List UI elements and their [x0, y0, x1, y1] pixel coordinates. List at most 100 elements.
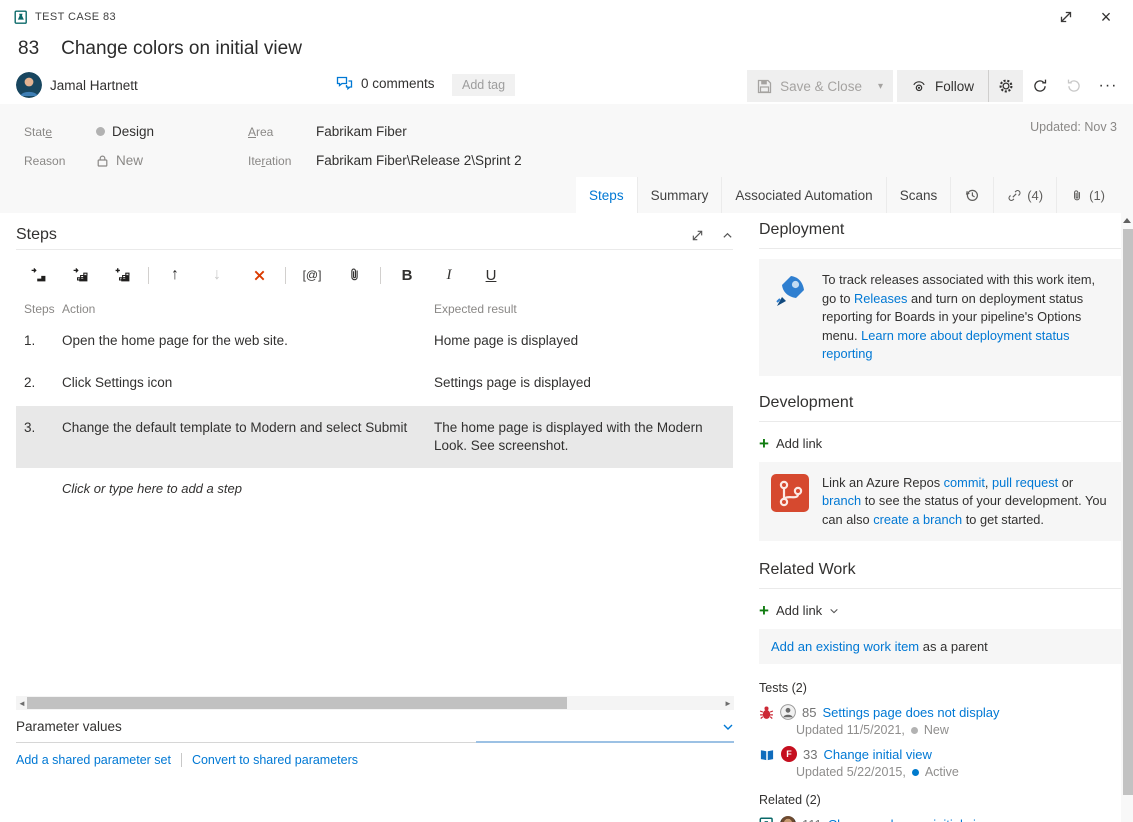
horizontal-scrollbar[interactable]: ◄ ►: [16, 696, 734, 710]
iteration-value[interactable]: Fabrikam Fiber\Release 2\Sprint 2: [316, 153, 522, 168]
expand-dialog-icon[interactable]: [1057, 8, 1075, 26]
insert-step-icon: [30, 267, 47, 284]
mention-button[interactable]: [@]: [300, 264, 324, 286]
related-panel: Deployment To track releases associated …: [759, 213, 1121, 822]
work-item-link[interactable]: Change colors on initial view: [828, 817, 993, 822]
meta-row: Jamal Hartnett 0 comments Add tag Save &…: [0, 64, 1133, 108]
test-item-33: F 33 Change initial view Updated 5/22/20…: [759, 746, 1121, 779]
deployment-info-box: To track releases associated with this w…: [759, 259, 1121, 376]
step-row-1[interactable]: 1. Open the home page for the web site. …: [16, 322, 733, 364]
azure-repos-icon: [771, 474, 809, 512]
close-icon[interactable]: ×: [1097, 8, 1115, 26]
development-add-link-button[interactable]: + Add link: [759, 435, 1121, 452]
tab-steps[interactable]: Steps: [576, 177, 637, 213]
scroll-up-arrow-icon[interactable]: [1121, 213, 1133, 227]
branch-link[interactable]: branch: [822, 493, 861, 508]
follow-button[interactable]: Follow: [897, 70, 989, 102]
add-step-placeholder[interactable]: Click or type here to add a step: [16, 468, 733, 496]
comments-button[interactable]: 0 comments: [336, 76, 435, 91]
refresh-button[interactable]: [1023, 70, 1057, 102]
save-icon: [757, 79, 772, 94]
add-existing-work-item-link[interactable]: Add an existing work item: [771, 639, 919, 654]
create-branch-link[interactable]: create a branch: [873, 512, 962, 527]
related-work-section-title: Related Work: [759, 561, 1121, 579]
commit-link[interactable]: commit: [944, 475, 985, 490]
italic-button[interactable]: I: [437, 264, 461, 286]
undo-button[interactable]: [1057, 70, 1091, 102]
step-action-cell[interactable]: Click Settings icon: [62, 374, 434, 396]
delete-step-button[interactable]: [247, 264, 271, 286]
rocket-icon: [771, 271, 809, 309]
more-options-button[interactable]: ···: [1091, 70, 1125, 102]
attach-button[interactable]: [342, 264, 366, 286]
vertical-scrollbar-thumb[interactable]: [1123, 229, 1133, 795]
state-dot: [912, 769, 919, 776]
work-item-meta: Updated 5/22/2015, Active: [796, 765, 1121, 779]
related-work-add-link-button[interactable]: + Add link: [759, 602, 1121, 619]
deployment-info-text: To track releases associated with this w…: [822, 271, 1109, 364]
step-expected-cell[interactable]: Home page is displayed: [434, 332, 724, 354]
comments-count: 0 comments: [361, 76, 435, 91]
move-step-up-button[interactable]: ↑: [163, 264, 187, 286]
development-info-box: Link an Azure Repos commit, pull request…: [759, 462, 1121, 542]
work-item-title[interactable]: Change colors on initial view: [61, 38, 302, 60]
step-row-2[interactable]: 2. Click Settings icon Settings page is …: [16, 364, 733, 406]
pull-request-link[interactable]: pull request: [992, 475, 1058, 490]
tab-history[interactable]: [950, 177, 993, 213]
releases-link[interactable]: Releases: [854, 291, 907, 306]
scroll-right-arrow-icon[interactable]: ►: [722, 699, 734, 708]
reason-value[interactable]: New: [96, 153, 248, 168]
test-case-icon: [14, 10, 28, 24]
divider: [759, 248, 1121, 249]
insert-shared-steps-icon: [72, 267, 89, 284]
state-dot: [911, 727, 918, 734]
tab-scans[interactable]: Scans: [886, 177, 951, 213]
add-tag-button[interactable]: Add tag: [452, 74, 515, 96]
step-action-cell[interactable]: Open the home page for the web site.: [62, 332, 434, 354]
steps-toolbar: ↑ ↓ [@] B I U: [0, 250, 745, 292]
avatar: [780, 816, 796, 822]
tab-links[interactable]: (4): [993, 177, 1056, 213]
settings-button[interactable]: [989, 70, 1023, 102]
vertical-scrollbar[interactable]: [1121, 213, 1133, 822]
links-count: (4): [1027, 188, 1043, 203]
underline-button[interactable]: U: [479, 264, 503, 286]
collapse-steps-icon[interactable]: [722, 230, 733, 241]
work-item-id: 83: [18, 38, 39, 60]
tab-associated-automation[interactable]: Associated Automation: [721, 177, 885, 213]
tab-summary[interactable]: Summary: [637, 177, 722, 213]
work-item-link[interactable]: Settings page does not display: [822, 705, 999, 720]
bold-button[interactable]: B: [395, 264, 419, 286]
step-action-cell[interactable]: Change the default template to Modern an…: [62, 419, 434, 455]
tab-strip: Steps Summary Associated Automation Scan…: [576, 177, 1118, 213]
save-and-close-button[interactable]: Save & Close ▾: [747, 70, 893, 102]
tab-attachments[interactable]: (1): [1056, 177, 1118, 213]
add-shared-parameter-set-link[interactable]: Add a shared parameter set: [16, 753, 171, 767]
related-item-111: 111 Change colors on initial view Update…: [759, 816, 1121, 822]
add-shared-step-icon: [114, 267, 131, 284]
step-expected-cell[interactable]: The home page is displayed with the Mode…: [434, 419, 724, 455]
insert-step-button[interactable]: [26, 264, 50, 286]
expand-steps-icon[interactable]: [691, 229, 704, 242]
window-controls: ×: [1057, 8, 1119, 26]
move-step-down-button[interactable]: ↓: [205, 264, 229, 286]
parameter-links: Add a shared parameter set Convert to sh…: [16, 753, 358, 767]
insert-shared-steps-button[interactable]: [68, 264, 92, 286]
expand-parameters-chevron-icon[interactable]: [722, 721, 734, 733]
convert-to-shared-parameters-link[interactable]: Convert to shared parameters: [192, 753, 358, 767]
undo-icon: [1066, 78, 1082, 94]
step-row-3-selected[interactable]: 3. Change the default template to Modern…: [16, 406, 733, 468]
horizontal-scrollbar-thumb[interactable]: [27, 697, 567, 709]
step-expected-cell[interactable]: Settings page is displayed: [434, 374, 724, 396]
add-shared-step-button[interactable]: [110, 264, 134, 286]
save-options-caret-icon[interactable]: ▾: [878, 81, 883, 92]
development-section-title: Development: [759, 394, 1121, 412]
work-item-link[interactable]: Change initial view: [823, 747, 931, 762]
lock-icon: [96, 154, 109, 168]
col-steps: Steps: [24, 302, 62, 316]
work-item-id: 85: [802, 705, 816, 720]
assigned-to[interactable]: Jamal Hartnett: [16, 72, 138, 98]
work-item-id: 111: [802, 817, 822, 822]
area-value[interactable]: Fabrikam Fiber: [316, 124, 522, 139]
state-value[interactable]: Design: [96, 124, 248, 139]
